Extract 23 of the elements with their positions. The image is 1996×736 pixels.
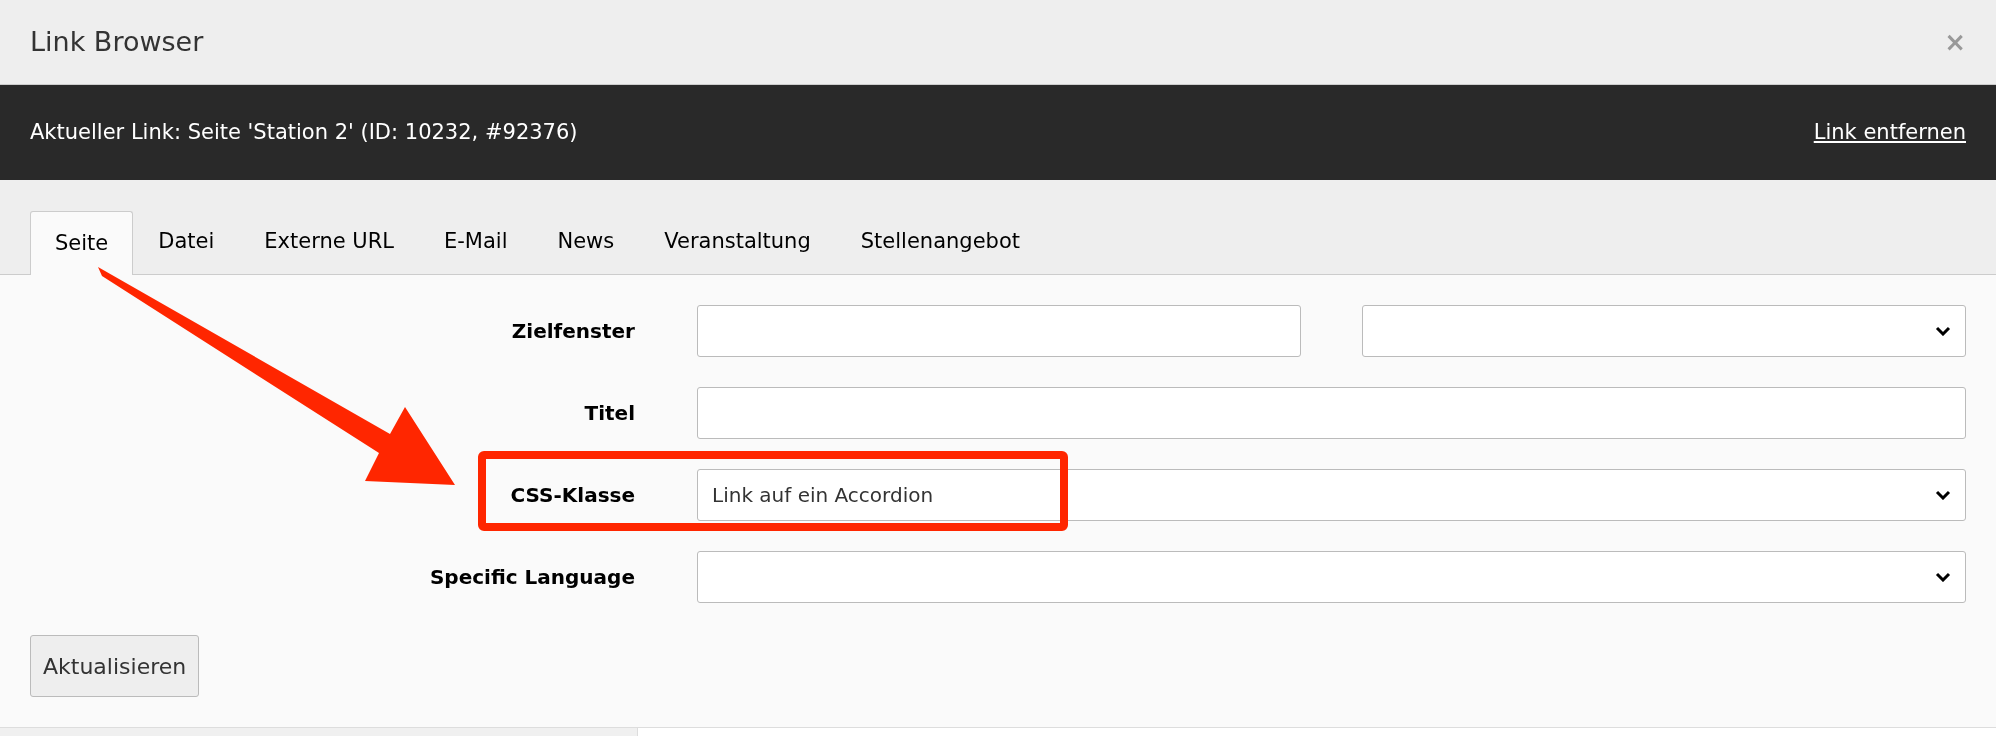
select-field[interactable]: Link auf ein Accordion	[697, 469, 1966, 521]
tab[interactable]: Datei	[133, 210, 240, 274]
current-link-text: Aktueller Link: Seite 'Station 2' (ID: 10232, #92376)	[30, 118, 578, 146]
tab[interactable]: Stellenangebot	[835, 210, 1045, 274]
tab[interactable]: News	[532, 210, 640, 274]
input-field[interactable]	[697, 305, 1301, 357]
select-field[interactable]	[697, 551, 1966, 603]
select-field[interactable]	[1362, 305, 1966, 357]
field-label: Titel	[583, 400, 635, 427]
input-field[interactable]	[697, 387, 1966, 439]
chevron-down-icon	[1935, 572, 1951, 582]
field-label: Specific Language	[428, 564, 635, 591]
chevron-down-icon	[1935, 490, 1951, 500]
update-button[interactable]: Aktualisieren	[30, 635, 200, 697]
remove-link[interactable]: Link entfernen	[1813, 116, 1966, 149]
tab[interactable]: Veranstaltung	[639, 210, 836, 274]
tab[interactable]: Externe URL	[239, 210, 419, 274]
chevron-down-icon	[1935, 326, 1951, 336]
window-title: Link Browser	[30, 24, 204, 59]
tab[interactable]: E-Mail	[418, 210, 533, 274]
field-label: CSS-Klasse	[509, 482, 635, 509]
field-label: Zielfenster	[510, 318, 635, 345]
tab[interactable]: Seite	[30, 211, 134, 275]
